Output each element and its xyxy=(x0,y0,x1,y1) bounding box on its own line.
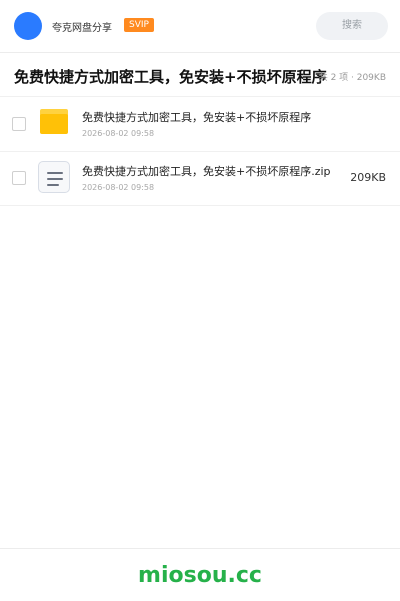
user-name: 夸克网盘分享 xyxy=(52,23,112,34)
title-bar: 免费快捷方式加密工具，免安装+不损坏原程序 共 2 项 · 209KB xyxy=(0,52,400,97)
footer: miosou.cc xyxy=(0,548,400,601)
brand-logo[interactable]: miosou.cc xyxy=(0,563,400,588)
file-row-zip[interactable]: 免费快捷方式加密工具，免安装+不损坏原程序.zip 2026-08-02 09:… xyxy=(0,151,400,206)
row-checkbox[interactable] xyxy=(12,117,26,131)
page-title: 免费快捷方式加密工具，免安装+不损坏原程序 xyxy=(14,68,327,86)
file-date: 2026-08-02 09:58 xyxy=(82,183,155,192)
file-size: 209KB xyxy=(350,171,386,184)
row-checkbox[interactable] xyxy=(12,171,26,185)
avatar[interactable] xyxy=(14,12,42,40)
header-bar: 夸克网盘分享 SVIP 搜索 xyxy=(0,0,400,53)
file-summary: 共 2 项 · 209KB xyxy=(318,73,386,83)
file-name[interactable]: 免费快捷方式加密工具，免安装+不损坏原程序.zip xyxy=(82,163,331,179)
svip-badge: SVIP xyxy=(124,18,154,32)
search-button[interactable]: 搜索 xyxy=(316,12,388,40)
file-name[interactable]: 免费快捷方式加密工具，免安装+不损坏原程序 xyxy=(82,109,311,125)
file-row-folder[interactable]: 免费快捷方式加密工具，免安装+不损坏原程序 2026-08-02 09:58 xyxy=(0,97,400,152)
zip-file-icon xyxy=(38,161,70,193)
file-date: 2026-08-02 09:58 xyxy=(82,129,155,138)
folder-icon xyxy=(38,107,70,139)
